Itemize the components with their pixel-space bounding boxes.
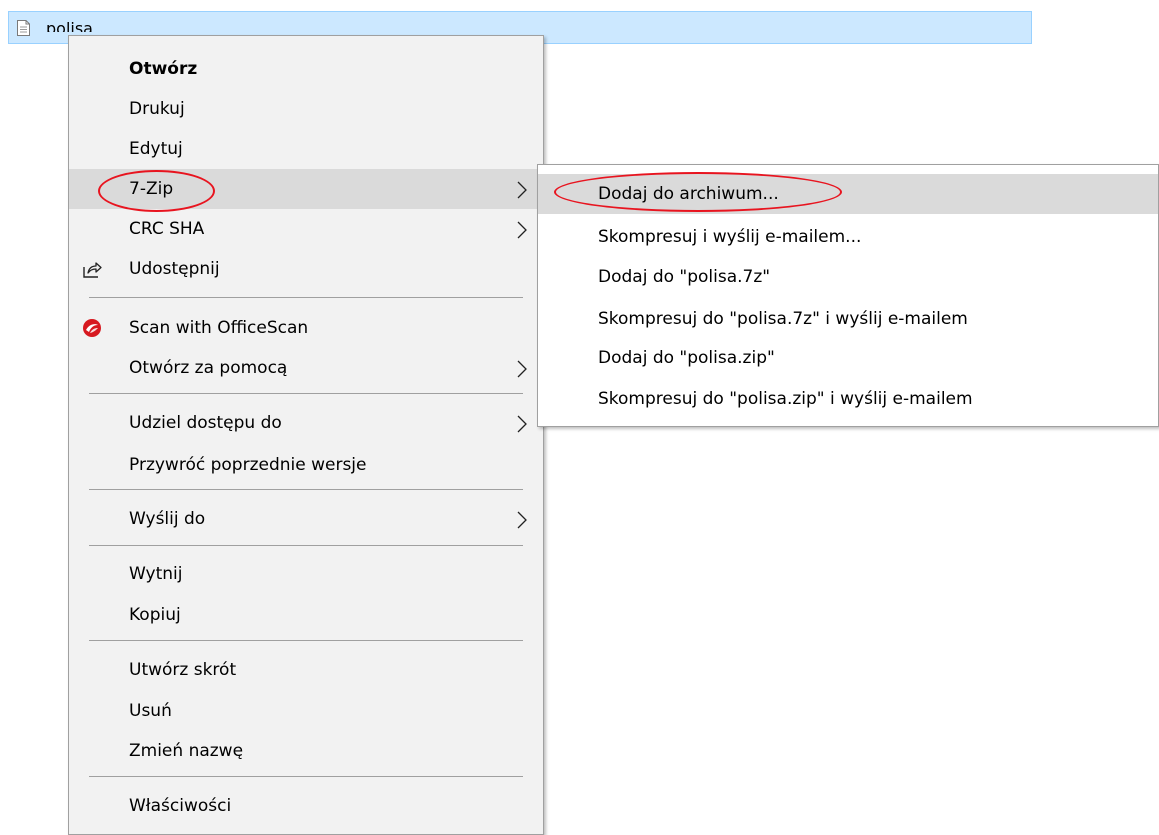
- menu-item-label: Udziel dostępu do: [129, 413, 282, 433]
- context-menu: Otwórz Drukuj Edytuj 7-Zip CRC SHA Udost…: [68, 35, 544, 835]
- menu-item-label: Edytuj: [129, 139, 183, 159]
- chevron-right-icon: [517, 360, 527, 378]
- menu-item-label: Kopiuj: [129, 605, 181, 625]
- menu-separator: [89, 640, 523, 641]
- menu-item-label: Utwórz skrót: [129, 660, 237, 680]
- menu-item-crc-sha[interactable]: CRC SHA: [69, 209, 543, 249]
- file-name: polisa: [46, 20, 93, 32]
- submenu-item-label: Skompresuj i wyślij e-mailem...: [598, 227, 862, 247]
- menu-item-share[interactable]: Udostępnij: [69, 249, 543, 289]
- submenu-item-label: Skompresuj do "polisa.zip" i wyślij e-ma…: [598, 389, 973, 409]
- chevron-right-icon: [517, 415, 527, 433]
- menu-item-print[interactable]: Drukuj: [69, 89, 543, 129]
- menu-separator: [89, 776, 523, 777]
- menu-item-cut[interactable]: Wytnij: [69, 554, 543, 594]
- share-icon: [83, 262, 102, 278]
- submenu-item-add-7z[interactable]: Dodaj do "polisa.7z": [538, 257, 1158, 297]
- menu-item-rename[interactable]: Zmień nazwę: [69, 731, 543, 771]
- menu-item-label: Usuń: [129, 701, 172, 721]
- chevron-right-icon: [517, 511, 527, 529]
- menu-separator: [89, 393, 523, 394]
- chevron-right-icon: [517, 181, 527, 199]
- submenu-item-compress-7z-email[interactable]: Skompresuj do "polisa.7z" i wyślij e-mai…: [538, 299, 1158, 339]
- menu-item-label: CRC SHA: [129, 219, 205, 239]
- menu-item-label: Wyślij do: [129, 509, 206, 529]
- annotation-oval-add-to-archive: [554, 172, 842, 212]
- menu-separator: [89, 489, 523, 490]
- menu-item-label: Scan with OfficeScan: [129, 318, 309, 338]
- menu-item-label: Wytnij: [129, 564, 183, 584]
- chevron-right-icon: [517, 221, 527, 239]
- submenu-item-label: Dodaj do "polisa.7z": [598, 267, 771, 287]
- submenu-item-label: Skompresuj do "polisa.7z" i wyślij e-mai…: [598, 309, 968, 329]
- officescan-icon: [83, 319, 101, 337]
- menu-item-label: Udostępnij: [129, 259, 220, 279]
- submenu-item-compress-email[interactable]: Skompresuj i wyślij e-mailem...: [538, 217, 1158, 257]
- menu-item-create-shortcut[interactable]: Utwórz skrót: [69, 650, 543, 690]
- menu-item-properties[interactable]: Właściwości: [69, 786, 543, 826]
- annotation-oval-7zip: [98, 170, 215, 212]
- menu-item-delete[interactable]: Usuń: [69, 691, 543, 731]
- menu-item-label: Właściwości: [129, 796, 232, 816]
- menu-item-scan-officescan[interactable]: Scan with OfficeScan: [69, 308, 543, 348]
- menu-item-label: Przywróć poprzednie wersje: [129, 455, 367, 475]
- menu-separator: [89, 297, 523, 298]
- menu-item-label: Otwórz za pomocą: [129, 358, 288, 378]
- menu-item-open-with[interactable]: Otwórz za pomocą: [69, 348, 543, 388]
- menu-separator: [89, 545, 523, 546]
- menu-item-label: Drukuj: [129, 99, 185, 119]
- menu-item-label: Otwórz: [129, 59, 198, 79]
- menu-item-restore-versions[interactable]: Przywróć poprzednie wersje: [69, 445, 543, 485]
- text-file-icon: [17, 20, 30, 36]
- menu-item-edit[interactable]: Edytuj: [69, 129, 543, 169]
- menu-item-send-to[interactable]: Wyślij do: [69, 499, 543, 539]
- menu-item-open[interactable]: Otwórz: [69, 49, 543, 89]
- submenu-item-add-zip[interactable]: Dodaj do "polisa.zip": [538, 338, 1158, 378]
- submenu-item-compress-zip-email[interactable]: Skompresuj do "polisa.zip" i wyślij e-ma…: [538, 379, 1158, 419]
- menu-item-label: Zmień nazwę: [129, 741, 244, 761]
- menu-item-give-access[interactable]: Udziel dostępu do: [69, 403, 543, 443]
- menu-item-copy[interactable]: Kopiuj: [69, 595, 543, 635]
- submenu-item-label: Dodaj do "polisa.zip": [598, 348, 775, 368]
